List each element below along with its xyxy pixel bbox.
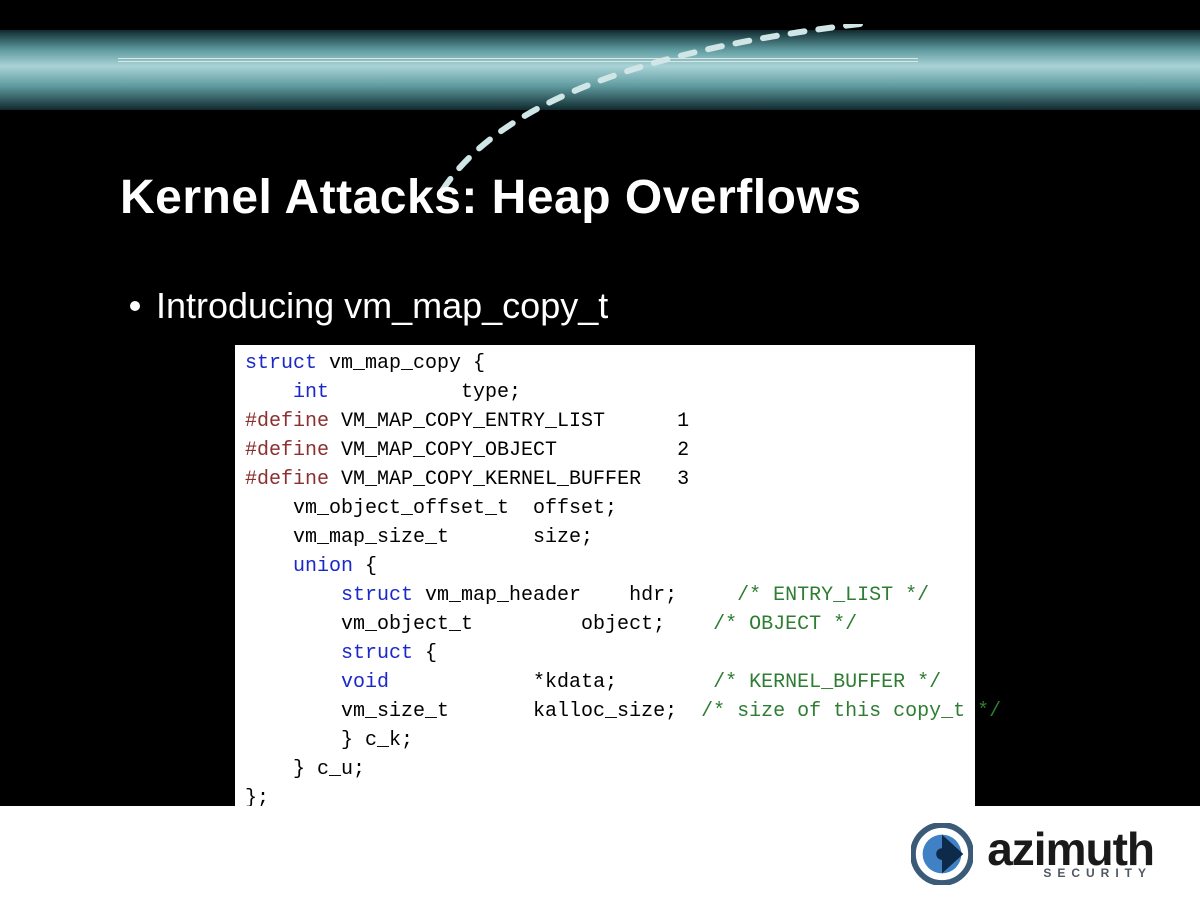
code-token: int: [293, 381, 329, 404]
code-token: vm_map_header hdr;: [413, 584, 737, 607]
code-token: /* ENTRY_LIST */: [737, 584, 929, 607]
code-token: } c_k;: [245, 729, 413, 752]
slide-title: Kernel Attacks: Heap Overflows: [120, 170, 1200, 225]
code-token: [245, 555, 293, 578]
footer-bar: azimuth SECURITY: [0, 806, 1200, 902]
brand-subtitle: SECURITY: [1043, 868, 1152, 879]
code-token: [245, 584, 341, 607]
code-token: {: [353, 555, 377, 578]
code-token: /* KERNEL_BUFFER */: [713, 671, 941, 694]
header-band: [0, 30, 1200, 110]
code-token: vm_object_offset_t offset;: [245, 497, 617, 520]
header-rule: [118, 58, 918, 62]
code-token: VM_MAP_COPY_KERNEL_BUFFER 3: [329, 468, 689, 491]
bullet-row: Introducing vm_map_copy_t: [130, 285, 1200, 327]
brand-logo: azimuth SECURITY: [911, 823, 1154, 885]
code-token: vm_map_size_t size;: [245, 526, 593, 549]
code-token: [245, 671, 341, 694]
brand-mark-icon: [911, 823, 973, 885]
code-token: struct: [341, 584, 413, 607]
brand-text: azimuth SECURITY: [987, 829, 1154, 879]
code-token: {: [413, 642, 437, 665]
code-token: /* size of this copy_t */: [701, 700, 1001, 723]
code-token: *kdata;: [389, 671, 713, 694]
code-token: type;: [329, 381, 521, 404]
code-token: struct: [341, 642, 413, 665]
code-token: [245, 642, 341, 665]
code-token: void: [341, 671, 389, 694]
code-token: struct: [245, 352, 317, 375]
code-token: #define: [245, 410, 329, 433]
code-token: #define: [245, 439, 329, 462]
bullet-text: Introducing vm_map_copy_t: [156, 285, 608, 327]
code-token: #define: [245, 468, 329, 491]
code-token: VM_MAP_COPY_ENTRY_LIST 1: [329, 410, 689, 433]
code-token: vm_size_t kalloc_size;: [245, 700, 701, 723]
dashed-curve-decoration: [380, 24, 900, 194]
content-area: Kernel Attacks: Heap Overflows Introduci…: [0, 170, 1200, 821]
brand-name: azimuth: [987, 829, 1154, 870]
code-token: [245, 381, 293, 404]
slide: Kernel Attacks: Heap Overflows Introduci…: [0, 0, 1200, 902]
code-token: vm_object_t object;: [245, 613, 713, 636]
bullet-dot-icon: [130, 301, 140, 311]
code-token: /* OBJECT */: [713, 613, 857, 636]
code-token: } c_u;: [245, 758, 365, 781]
code-block: struct vm_map_copy { int type; #define V…: [235, 345, 975, 821]
code-token: union: [293, 555, 353, 578]
code-token: VM_MAP_COPY_OBJECT 2: [329, 439, 689, 462]
code-token: vm_map_copy {: [317, 352, 485, 375]
